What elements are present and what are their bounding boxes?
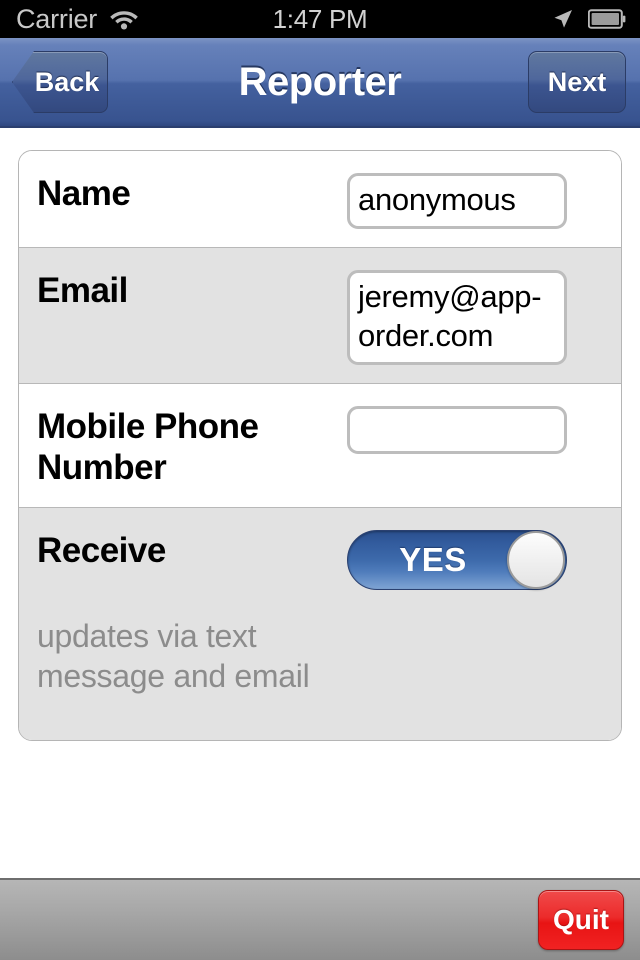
label-name: Name — [37, 174, 131, 213]
receive-toggle[interactable]: YES — [347, 529, 567, 590]
bottom-toolbar: Quit — [0, 878, 640, 960]
field-wrap-email: jeremy@app-order.com — [347, 266, 569, 366]
app-screen: Carrier 1:47 PM Back Reporter Next Name … — [0, 0, 640, 960]
mobile-phone-input[interactable] — [347, 406, 567, 455]
status-bar: Carrier 1:47 PM — [0, 0, 640, 38]
main-content: Name anonymous Email jeremy@app-order.co… — [0, 130, 640, 878]
reporter-form: Name anonymous Email jeremy@app-order.co… — [18, 150, 622, 742]
location-arrow-icon — [552, 8, 574, 30]
label-receive: Receive — [37, 530, 166, 570]
form-hint-row: updates via text message and email — [19, 601, 621, 741]
receive-hint-text: updates via text message and email — [37, 617, 310, 694]
quit-button[interactable]: Quit — [538, 890, 624, 950]
field-wrap-receive: YES — [347, 526, 569, 590]
receive-toggle-knob[interactable] — [507, 530, 565, 589]
field-wrap-mobile-phone — [347, 402, 569, 455]
form-row-receive: Receive YES — [19, 507, 621, 602]
form-row-email: Email jeremy@app-order.com — [19, 247, 621, 385]
label-mobile-phone: Mobile Phone Number — [37, 407, 259, 488]
carrier-label: Carrier — [16, 3, 98, 34]
receive-toggle-label: YES — [399, 540, 467, 578]
email-input[interactable]: jeremy@app-order.com — [347, 269, 567, 366]
clock-label: 1:47 PM — [272, 3, 368, 34]
next-button[interactable]: Next — [528, 51, 626, 113]
navigation-bar: Back Reporter Next — [0, 38, 640, 128]
label-email: Email — [37, 270, 128, 310]
name-input[interactable]: anonymous — [347, 173, 567, 229]
status-bar-right — [552, 8, 626, 30]
form-row-name: Name anonymous — [19, 151, 621, 248]
field-wrap-name: anonymous — [347, 169, 569, 229]
status-bar-left: Carrier — [0, 3, 139, 34]
wifi-icon — [109, 8, 139, 30]
battery-icon — [587, 9, 626, 29]
form-row-mobile-phone: Mobile Phone Number — [19, 384, 621, 508]
back-button[interactable]: Back — [12, 51, 108, 113]
